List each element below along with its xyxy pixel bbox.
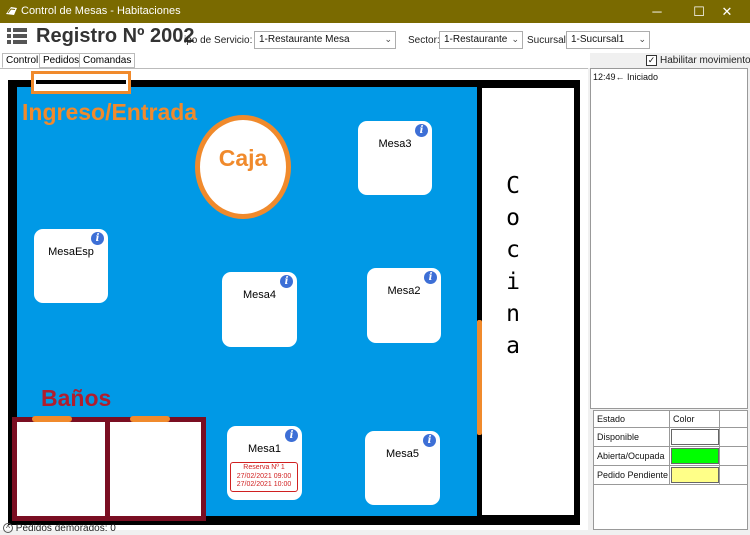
mesa-name: Mesa1 bbox=[247, 443, 282, 455]
tipo-servicio-select[interactable]: 1-Restaurante Mesa ⌄ bbox=[254, 31, 396, 49]
legend-header-estado: Estado bbox=[594, 411, 670, 428]
mesa-name: Mesa3 bbox=[378, 138, 412, 150]
caja[interactable]: Caja bbox=[195, 115, 291, 219]
mesa-name: Mesa5 bbox=[385, 448, 420, 460]
minimize-button[interactable]: ─ bbox=[634, 0, 680, 23]
tab-control[interactable]: Control bbox=[2, 53, 43, 68]
mesa-name: Mesa2 bbox=[387, 285, 421, 297]
info-icon[interactable]: i bbox=[424, 271, 437, 284]
ingreso-label: Ingreso/Entrada bbox=[22, 99, 198, 125]
mesa-name: MesaEsp bbox=[48, 246, 94, 258]
mesa-name: Mesa4 bbox=[242, 289, 277, 301]
toolbar: Registro Nº 2002 ipo de Servicio: 1-Rest… bbox=[0, 23, 750, 53]
legend-swatch-ocupada bbox=[671, 448, 719, 464]
bano-left-door bbox=[32, 416, 72, 422]
bano-left bbox=[12, 417, 110, 521]
log-entry: 12:49← Iniciado bbox=[593, 72, 659, 82]
info-icon[interactable]: i bbox=[285, 429, 298, 442]
registro-title: Registro Nº 2002 bbox=[36, 25, 195, 47]
sucursal-label: Sucursal: bbox=[527, 35, 569, 46]
chevron-down-icon: ⌄ bbox=[638, 34, 646, 44]
estado-legend: Estado Color Disponible Abierta/Ocupada … bbox=[593, 410, 748, 530]
sucursal-value: 1-Sucursal1 bbox=[571, 34, 625, 45]
sector-value: 1-Restaurante bbox=[444, 34, 508, 45]
tab-strip: Control Pedidos Comandas bbox=[0, 53, 590, 68]
mesa-card[interactable]: Mesa2 i bbox=[367, 268, 441, 343]
title-bar: Control de Mesas - Habitaciones ─ ☐ ✕ bbox=[0, 0, 750, 23]
window-title: Control de Mesas - Habitaciones bbox=[21, 5, 181, 17]
banos-label: Baños bbox=[41, 385, 112, 411]
mesa-card[interactable]: Mesa4 i bbox=[222, 272, 297, 347]
status-bar: ^ Pedidos demorados: 0 bbox=[0, 523, 200, 535]
tab-comandas[interactable]: Comandas bbox=[79, 53, 136, 68]
mesa-card[interactable]: Mesa3 i bbox=[358, 121, 432, 195]
habilitar-label: Habilitar movimiento bbox=[660, 55, 750, 66]
info-icon[interactable]: i bbox=[91, 232, 104, 245]
mesa-card[interactable]: Mesa1 i Reserva Nº 1 27/02/2021 09:00 27… bbox=[227, 426, 302, 500]
tab-pedidos[interactable]: Pedidos bbox=[39, 53, 84, 68]
menu-icon[interactable] bbox=[7, 28, 27, 45]
bano-right bbox=[105, 417, 206, 521]
sector-select[interactable]: 1-Restaurante ⌄ bbox=[439, 31, 523, 49]
habilitar-checkbox[interactable]: ✓ bbox=[646, 55, 657, 66]
legend-estado: Pedido Pendiente bbox=[594, 466, 670, 485]
info-icon[interactable]: i bbox=[415, 124, 428, 137]
info-icon[interactable]: i bbox=[423, 434, 436, 447]
caja-label: Caja bbox=[218, 145, 268, 171]
chevron-down-icon: ⌄ bbox=[511, 34, 519, 44]
cocina-door bbox=[477, 320, 482, 435]
legend-swatch-pendiente bbox=[671, 467, 719, 483]
bano-right-door bbox=[130, 416, 170, 422]
expand-icon[interactable]: ^ bbox=[3, 523, 13, 533]
pedidos-demorados: Pedidos demorados: 0 bbox=[15, 523, 116, 534]
entrance-door bbox=[31, 71, 131, 94]
legend-estado: Disponible bbox=[594, 428, 670, 447]
tipo-servicio-value: 1-Restaurante Mesa bbox=[259, 34, 350, 45]
cocina-area bbox=[482, 88, 574, 515]
sector-label: Sector: bbox=[408, 35, 440, 46]
legend-header-color: Color bbox=[670, 411, 720, 428]
sucursal-select[interactable]: 1-Sucursal1 ⌄ bbox=[566, 31, 650, 49]
mesa-card[interactable]: MesaEsp i bbox=[34, 229, 108, 303]
cocina-label: C o c i n a bbox=[506, 173, 520, 359]
legend-swatch-disponible bbox=[671, 429, 719, 445]
reserva-badge[interactable]: Reserva Nº 1 27/02/2021 09:00 27/02/2021… bbox=[230, 462, 298, 492]
close-button[interactable]: ✕ bbox=[704, 0, 750, 23]
info-icon[interactable]: i bbox=[280, 275, 293, 288]
event-log[interactable] bbox=[590, 68, 748, 409]
mesa-card[interactable]: Mesa5 i bbox=[365, 431, 440, 505]
tipo-servicio-label: ipo de Servicio: bbox=[184, 35, 253, 46]
chevron-down-icon: ⌄ bbox=[384, 34, 392, 44]
legend-estado: Abierta/Ocupada bbox=[594, 447, 670, 466]
app-icon bbox=[6, 7, 17, 15]
